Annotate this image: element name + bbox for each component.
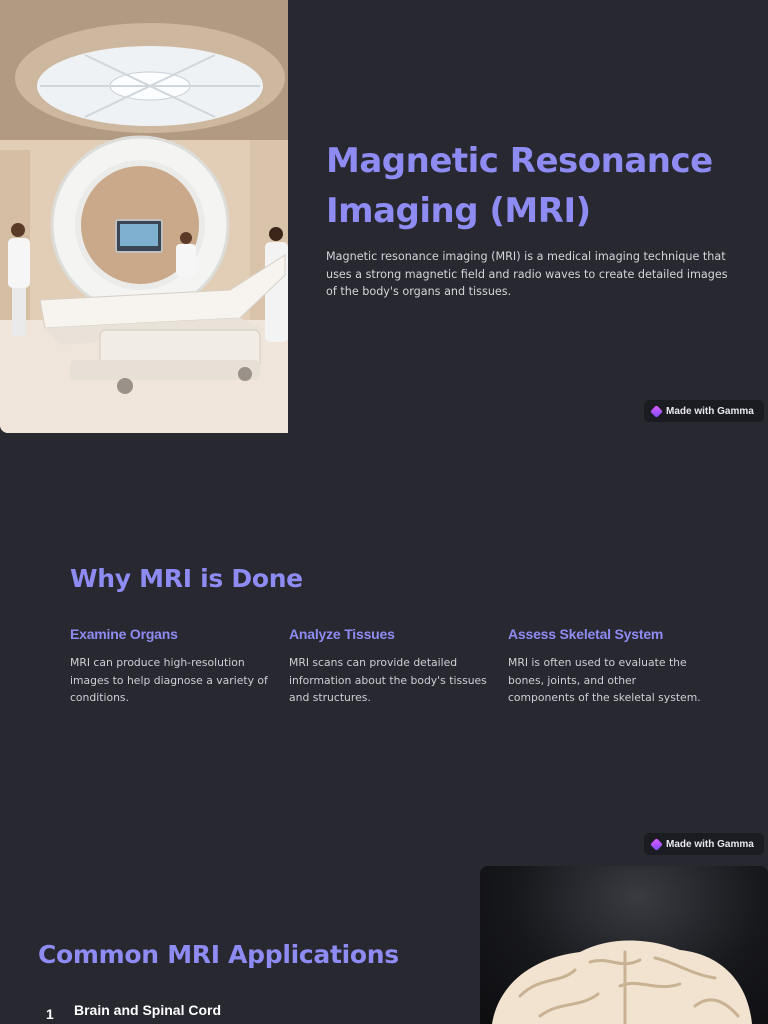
reason-text: MRI scans can provide detailed informati… (289, 656, 487, 704)
made-with-gamma-badge[interactable]: Made with Gamma (644, 833, 764, 855)
section-title-why-mri: Why MRI is Done (70, 564, 303, 593)
reason-heading: Analyze Tissues (289, 626, 395, 642)
gamma-logo-icon (650, 404, 663, 418)
made-with-gamma-badge[interactable]: Made with Gamma (644, 400, 764, 422)
gamma-logo-icon (650, 837, 663, 851)
reason-text: MRI is often used to evaluate the bones,… (508, 656, 701, 704)
application-number: 1 (46, 1006, 54, 1022)
slide-mri-intro: Magnetic Resonance Imaging (MRI) Magneti… (0, 0, 768, 433)
badge-label: Made with Gamma (666, 405, 754, 417)
reason-text: MRI can produce high-resolution images t… (70, 656, 268, 704)
brain-model-image (480, 866, 768, 1024)
reason-card-analyze-tissues: Analyze Tissues MRI scans can provide de… (289, 626, 489, 707)
reason-heading: Assess Skeletal System (508, 626, 664, 642)
reason-heading: Examine Organs (70, 626, 178, 642)
badge-label: Made with Gamma (666, 838, 754, 850)
mri-room-image (0, 0, 288, 433)
intro-paragraph: Magnetic resonance imaging (MRI) is a me… (326, 250, 728, 298)
reason-card-examine-organs: Examine Organs MRI can produce high-reso… (70, 626, 270, 707)
application-title: Brain and Spinal Cord (74, 1002, 222, 1018)
page-title: Magnetic Resonance Imaging (MRI) (326, 141, 713, 231)
reason-card-assess-skeletal: Assess Skeletal System MRI is often used… (508, 626, 703, 707)
section-title-applications: Common MRI Applications (38, 940, 399, 969)
